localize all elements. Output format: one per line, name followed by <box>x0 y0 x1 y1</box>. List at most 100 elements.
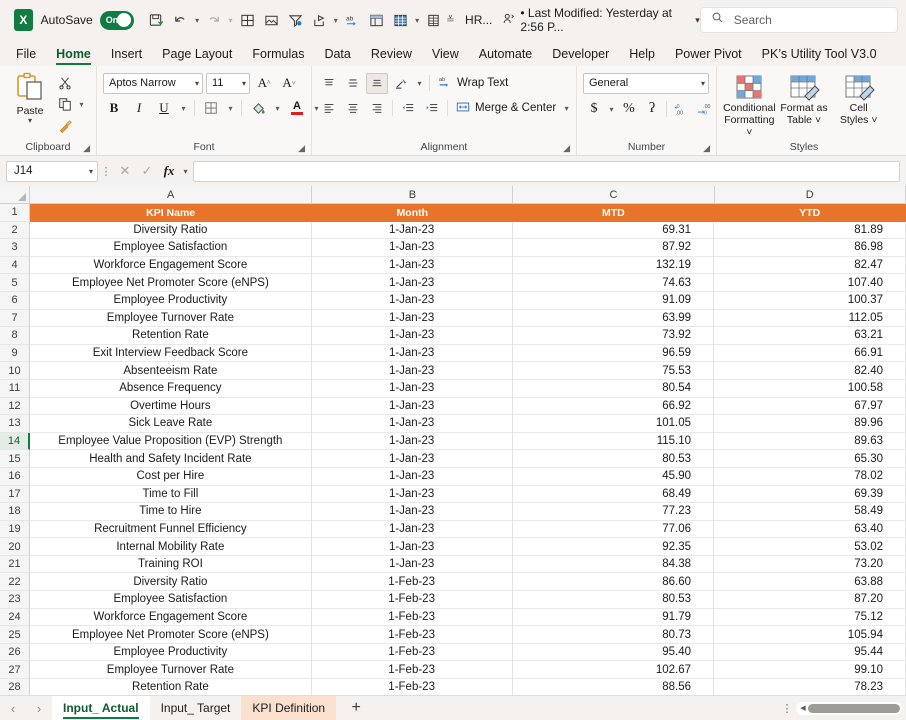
row-header-22[interactable]: 22 <box>0 573 30 592</box>
cut-icon[interactable] <box>54 73 76 93</box>
cell-C25[interactable]: 80.73 <box>512 626 715 644</box>
cell-C21[interactable]: 84.38 <box>512 555 715 574</box>
cell-C10[interactable]: 75.53 <box>512 362 715 380</box>
row-header-11[interactable]: 11 <box>0 379 30 398</box>
cell-A4[interactable]: Workforce Engagement Score <box>30 256 312 275</box>
cell-D10[interactable]: 82.40 <box>714 362 906 380</box>
share-icon[interactable] <box>307 8 331 32</box>
cell-B20[interactable]: 1-Jan-23 <box>311 538 513 556</box>
cell-B8[interactable]: 1-Jan-23 <box>311 327 513 345</box>
cell-B11[interactable]: 1-Jan-23 <box>311 379 513 398</box>
cell-A8[interactable]: Retention Rate <box>30 327 312 345</box>
row-header-18[interactable]: 18 <box>0 503 30 521</box>
merge-center-caret-icon[interactable]: ▾ <box>561 104 572 113</box>
borders-icon[interactable] <box>200 98 222 119</box>
row-header-6[interactable]: 6 <box>0 291 30 310</box>
cell-A25[interactable]: Employee Net Promoter Score (eNPS) <box>30 626 312 644</box>
cell-B4[interactable]: 1-Jan-23 <box>311 256 513 275</box>
redo-icon[interactable] <box>202 8 226 32</box>
table-row[interactable]: 4 Workforce Engagement Score 1-Jan-23 132.1… <box>0 256 906 275</box>
column-header-a[interactable]: A <box>30 186 313 203</box>
column-header-d[interactable]: D <box>714 186 906 203</box>
cell-B26[interactable]: 1-Feb-23 <box>311 643 513 662</box>
sheet-bar-more-icon[interactable]: ⋮ <box>778 702 796 715</box>
cell-B2[interactable]: 1-Jan-23 <box>311 221 513 240</box>
cell-B12[interactable]: 1-Jan-23 <box>311 397 513 416</box>
format-table-icon[interactable] <box>388 8 412 32</box>
cell-D18[interactable]: 58.49 <box>714 503 906 521</box>
table-row[interactable]: 7 Employee Turnover Rate 1-Jan-23 63.99 112.… <box>0 309 906 328</box>
table-row[interactable]: 24 Workforce Engagement Score 1-Feb-23 91.7… <box>0 608 906 627</box>
cell-B5[interactable]: 1-Jan-23 <box>311 274 513 292</box>
cell-C2[interactable]: 69.31 <box>512 221 715 240</box>
row-header-21[interactable]: 21 <box>0 555 30 574</box>
copy-icon[interactable] <box>54 94 76 114</box>
row-header-25[interactable]: 25 <box>0 626 30 644</box>
cell-C20[interactable]: 92.35 <box>512 538 715 556</box>
format-table-caret-icon[interactable]: ▾ <box>412 16 421 25</box>
cell-A16[interactable]: Cost per Hire <box>30 467 312 486</box>
scrollbar-thumb[interactable] <box>808 703 900 713</box>
ribbon-tab-power-pivot[interactable]: Power Pivot <box>665 45 752 66</box>
row-header-26[interactable]: 26 <box>0 643 30 662</box>
cell-D12[interactable]: 67.97 <box>714 397 906 416</box>
cell-A17[interactable]: Time to Fill <box>30 485 312 504</box>
ribbon-tab-insert[interactable]: Insert <box>101 45 152 66</box>
cell-B18[interactable]: 1-Jan-23 <box>311 503 513 521</box>
cell-A12[interactable]: Overtime Hours <box>30 397 312 416</box>
cell-C5[interactable]: 74.63 <box>512 274 715 292</box>
row-header-14[interactable]: 14 <box>0 432 30 451</box>
cell-B10[interactable]: 1-Jan-23 <box>311 362 513 380</box>
cell-D16[interactable]: 78.02 <box>714 467 906 486</box>
prev-sheet-icon[interactable]: ‹ <box>0 696 26 720</box>
table-row[interactable]: 19 Recruitment Funnel Efficiency 1-Jan-23 7… <box>0 520 906 539</box>
increase-indent-icon[interactable] <box>421 98 443 119</box>
table-row[interactable]: 3 Employee Satisfaction 1-Jan-23 87.92 86.98 <box>0 239 906 257</box>
save-icon[interactable] <box>144 8 168 32</box>
row-header-16[interactable]: 16 <box>0 467 30 486</box>
ribbon-tab-formulas[interactable]: Formulas <box>242 45 314 66</box>
decrease-font-size-icon[interactable]: A ˅ <box>278 73 300 94</box>
redo-caret-icon[interactable]: ▾ <box>226 16 235 25</box>
cell-C26[interactable]: 95.40 <box>512 643 715 662</box>
filter-icon[interactable] <box>283 8 307 32</box>
formula-bar-more-icon[interactable]: ⋮ <box>98 165 114 178</box>
cell-C4[interactable]: 132.19 <box>512 256 715 275</box>
cell-B7[interactable]: 1-Jan-23 <box>311 309 513 328</box>
column-header-c[interactable]: C <box>513 186 715 203</box>
align-right-icon[interactable] <box>366 98 388 119</box>
ribbon-tab-developer[interactable]: Developer <box>542 45 619 66</box>
cell-C18[interactable]: 77.23 <box>512 503 715 521</box>
cell-A19[interactable]: Recruitment Funnel Efficiency <box>30 520 312 539</box>
cell-D5[interactable]: 107.40 <box>714 274 906 292</box>
cell-B24[interactable]: 1-Feb-23 <box>311 608 513 627</box>
ribbon-tab-view[interactable]: View <box>422 45 469 66</box>
row-header-15[interactable]: 15 <box>0 450 30 468</box>
copy-caret-icon[interactable]: ▾ <box>76 100 87 109</box>
table-row[interactable]: 11 Absence Frequency 1-Jan-23 80.54 100.58 <box>0 379 906 398</box>
paste-caret-icon[interactable]: ▾ <box>28 117 32 125</box>
cell-D20[interactable]: 53.02 <box>714 538 906 556</box>
table-row[interactable]: 25 Employee Net Promoter Score (eNPS) 1-Fe… <box>0 626 906 644</box>
horizontal-scrollbar[interactable]: ◀ <box>796 701 902 715</box>
wrap-text-button[interactable]: ab Wrap Text <box>434 73 512 94</box>
cell-C9[interactable]: 96.59 <box>512 344 715 363</box>
cell-D28[interactable]: 78.23 <box>714 679 906 695</box>
cell-D2[interactable]: 81.89 <box>714 221 906 240</box>
cell-A7[interactable]: Employee Turnover Rate <box>30 309 312 328</box>
header-cell-month[interactable]: Month <box>312 204 514 222</box>
decrease-decimal-icon[interactable]: .00 0 <box>693 99 715 120</box>
table-row[interactable]: 21 Training ROI 1-Jan-23 84.38 73.20 <box>0 555 906 574</box>
number-dialog-launcher-icon[interactable]: ◢ <box>703 140 710 156</box>
increase-font-size-icon[interactable]: A ^ <box>253 73 275 94</box>
cell-A21[interactable]: Training ROI <box>30 555 312 574</box>
sheet-tab-input-actual[interactable]: Input_ Actual <box>52 696 150 720</box>
last-modified-label[interactable]: • Last Modified: Yesterday at 2:56 P... <box>520 6 688 34</box>
cell-C22[interactable]: 86.60 <box>512 573 715 592</box>
cell-C13[interactable]: 101.05 <box>512 415 715 433</box>
cell-B19[interactable]: 1-Jan-23 <box>311 520 513 539</box>
align-middle-icon[interactable] <box>342 73 364 94</box>
cell-D19[interactable]: 63.40 <box>714 520 906 539</box>
cell-C23[interactable]: 80.53 <box>512 591 715 609</box>
cell-D24[interactable]: 75.12 <box>714 608 906 627</box>
